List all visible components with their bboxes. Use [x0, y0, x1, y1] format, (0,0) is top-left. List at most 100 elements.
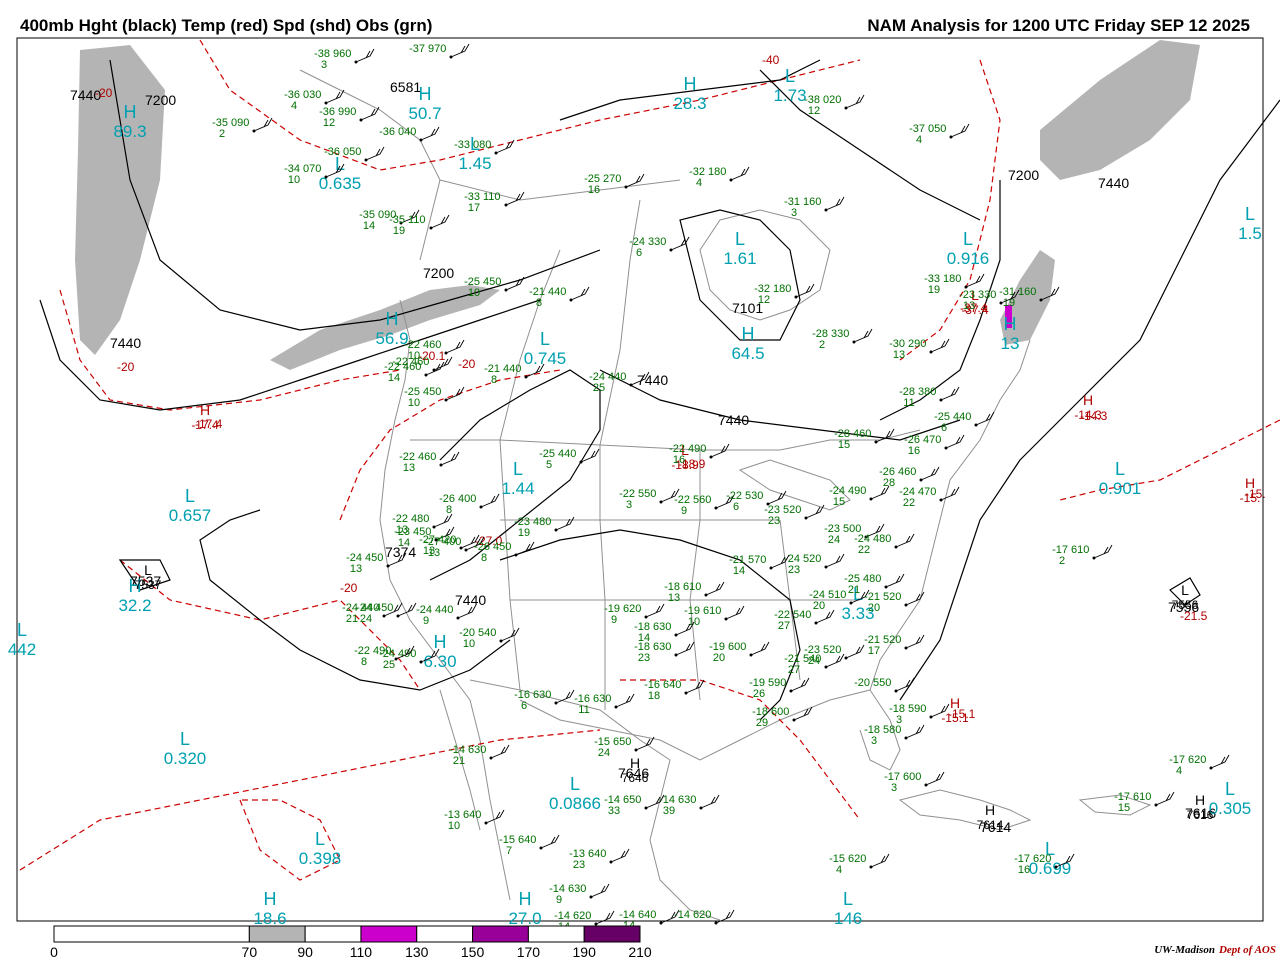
obs-height: 580 [883, 724, 901, 736]
center-value: -15.1 [941, 711, 969, 725]
obs-dewpoint-depression: 11 [903, 397, 914, 409]
obs-dewpoint-depression: 20 [868, 602, 880, 614]
obs-dewpoint-depression: 39 [663, 805, 675, 817]
obs-dewpoint-depression: 23 [638, 652, 650, 664]
colorbar-tick-label: 190 [572, 944, 596, 960]
center-letter: H [1083, 392, 1093, 408]
center-value: 7646 [622, 771, 649, 785]
obs-height: 640 [518, 834, 536, 846]
obs-height: 330 [831, 328, 849, 340]
obs-dewpoint-depression: 3 [871, 735, 877, 747]
center-value: 0.916 [947, 249, 990, 268]
colorbar-tick-label: 150 [460, 944, 485, 960]
center-value: 7537 [135, 578, 162, 592]
obs-height: 180 [708, 166, 726, 178]
center-letter: L [540, 329, 550, 349]
obs-dewpoint-depression: 17 [868, 645, 880, 657]
obs-height: 620 [573, 910, 591, 922]
obs-dewpoint-depression: 8 [536, 297, 542, 309]
obs-height: 490 [688, 443, 706, 455]
obs-height: 630 [653, 641, 671, 653]
obs-height: 440 [503, 363, 521, 375]
obs-height: 520 [783, 504, 801, 516]
obs-height: 480 [411, 513, 429, 525]
obs-temp: -22 [392, 356, 408, 368]
temperature-label: -40 [762, 53, 780, 67]
obs-height: 600 [771, 706, 789, 718]
obs-height: 590 [768, 677, 786, 689]
obs-dewpoint-depression: 13 [403, 462, 415, 474]
obs-dewpoint-depression: 13 [350, 563, 362, 575]
obs-dewpoint-depression: 24 [828, 534, 840, 546]
obs-dewpoint-depression: 19 [928, 284, 940, 296]
obs-height: 560 [693, 494, 711, 506]
colorbar-bin [53, 925, 250, 943]
obs-dewpoint-depression: 14 [363, 220, 375, 232]
obs-height: 450 [375, 602, 393, 614]
height-label: 7440 [110, 335, 141, 351]
obs-dewpoint-depression: 12 [808, 105, 820, 117]
obs-dewpoint-depression: 28 [883, 477, 895, 489]
obs-dewpoint-depression: 10 [463, 638, 475, 650]
obs-height: 470 [918, 486, 936, 498]
obs-height: 640 [663, 679, 681, 691]
obs-dewpoint-depression: 19 [393, 225, 405, 237]
obs-height: 630 [468, 744, 486, 756]
center-value: 0.657 [169, 506, 212, 525]
center-letter: L [1225, 779, 1235, 799]
obs-dewpoint-depression: 15 [838, 439, 850, 451]
obs-temp: -14 [674, 909, 690, 921]
height-label: 7200 [1008, 167, 1039, 183]
center-letter: L [185, 486, 195, 506]
obs-height: 450 [423, 386, 441, 398]
colorbar-tick-label: 0 [50, 944, 58, 960]
obs-height: 180 [773, 283, 791, 295]
center-value: 1.44 [501, 479, 534, 498]
obs-height: 450 [365, 552, 383, 564]
center-letter: H [1245, 475, 1255, 491]
center-value: 0.901 [1099, 479, 1142, 498]
obs-dewpoint-depression: 27 [778, 620, 790, 632]
center-letter: H [950, 695, 960, 711]
height-label: 7440 [1098, 175, 1129, 191]
obs-dewpoint-depression: 16 [908, 445, 920, 457]
center-value: 89.3 [113, 122, 146, 141]
obs-height: 290 [908, 338, 926, 350]
obs-height: 650 [623, 794, 641, 806]
obs-dewpoint-depression: 10 [408, 397, 420, 409]
obs-dewpoint-depression: 4 [916, 134, 922, 146]
obs-height: 160 [1018, 286, 1036, 298]
obs-dewpoint-depression: 3 [321, 59, 327, 71]
obs-height: 030 [303, 89, 321, 101]
center-letter: L [1181, 582, 1189, 598]
obs-height: 460 [418, 451, 436, 463]
obs-height: 040 [398, 126, 416, 138]
obs-dewpoint-depression: 6 [733, 501, 739, 513]
obs-dewpoint-depression: 10 [468, 287, 480, 299]
obs-height: 550 [638, 488, 656, 500]
obs-dewpoint-depression: 4 [836, 864, 842, 876]
colorbar-tick-label: 130 [405, 944, 429, 960]
obs-temp: -33 [454, 139, 470, 151]
obs-dewpoint-depression: 6 [941, 422, 947, 434]
obs-height: 110 [483, 191, 501, 203]
center-value: 6.30 [423, 652, 456, 671]
center-letter: H [386, 309, 399, 329]
obs-height: 650 [613, 736, 631, 748]
center-value: 0.320 [164, 749, 207, 768]
obs-height: 480 [873, 533, 891, 545]
wind-speed-colorbar [53, 925, 641, 943]
obs-dewpoint-depression: 4 [696, 177, 702, 189]
obs-height: 600 [903, 771, 921, 783]
obs-height: 570 [748, 554, 766, 566]
center-letter: L [513, 459, 523, 479]
obs-dewpoint-depression: 14 [398, 537, 410, 549]
obs-height: 480 [533, 516, 551, 528]
obs-height: 330 [648, 236, 666, 248]
center-value: 7616 [1187, 808, 1214, 822]
obs-height: 180 [943, 273, 961, 285]
obs-height: 610 [683, 581, 701, 593]
obs-height: 460 [853, 428, 871, 440]
obs-height: 540 [478, 627, 496, 639]
obs-height: 620 [848, 853, 866, 865]
